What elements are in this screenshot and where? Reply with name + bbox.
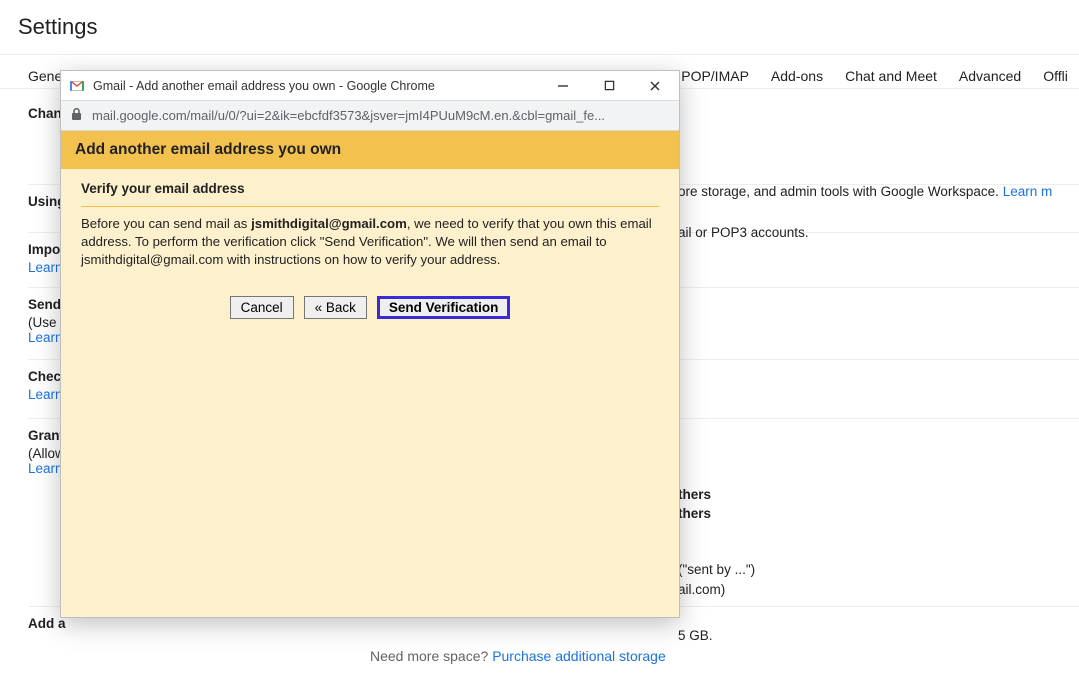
titlebar: Gmail - Add another email address you ow… [61, 71, 679, 101]
url-text: mail.google.com/mail/u/0/?ui=2&ik=ebcfdf… [92, 108, 605, 123]
gmail-icon [69, 78, 85, 94]
page-root: Settings General Labels Inbox Accounts a… [0, 0, 1079, 693]
storage-line: Need more space? Purchase additional sto… [370, 648, 666, 664]
minimize-button[interactable] [549, 75, 577, 97]
send-verification-button[interactable]: Send Verification [377, 296, 511, 319]
verify-before: Before you can send mail as [81, 216, 251, 231]
learn-more-link[interactable]: Learn m [1003, 184, 1053, 199]
popup-header-band: Add another email address you own [61, 131, 679, 169]
maximize-button[interactable] [595, 75, 623, 97]
purchase-storage-link[interactable]: Purchase additional storage [492, 648, 666, 664]
verify-title: Verify your email address [81, 179, 659, 206]
window-title: Gmail - Add another email address you ow… [93, 79, 435, 93]
bg-fragment-others2: thers [678, 506, 711, 521]
popup-body: Add another email address you own Verify… [61, 131, 679, 617]
bg-fragment-gb: 5 GB. [678, 628, 713, 643]
tab-chat-meet[interactable]: Chat and Meet [845, 68, 937, 84]
bg-fragment-others1: thers [678, 487, 711, 502]
button-row: Cancel « Back Send Verification [81, 296, 659, 319]
divider [0, 54, 1079, 55]
address-bar[interactable]: mail.google.com/mail/u/0/?ui=2&ik=ebcfdf… [61, 101, 679, 131]
section-label: Add a [28, 616, 1079, 634]
verify-text: Before you can send mail as jsmithdigita… [81, 215, 659, 270]
divider [81, 206, 659, 207]
window-buttons [549, 75, 673, 97]
popup-window: Gmail - Add another email address you ow… [60, 70, 680, 618]
bg-fragment-sentby: ("sent by ...") [678, 562, 755, 577]
tab-advanced[interactable]: Advanced [959, 68, 1021, 84]
popup-inner: Verify your email address Before you can… [61, 169, 679, 319]
page-title: Settings [0, 0, 1079, 54]
bg-fragment-mailcom: ail.com) [678, 582, 725, 597]
cancel-button[interactable]: Cancel [230, 296, 294, 319]
popup-heading: Add another email address you own [75, 141, 665, 159]
close-button[interactable] [641, 75, 669, 97]
bg-fragment-pop3: ail or POP3 accounts. [678, 225, 809, 240]
back-button[interactable]: « Back [304, 296, 367, 319]
storage-prefix: Need more space? [370, 648, 492, 664]
bg-text: ore storage, and admin tools with Google… [678, 184, 1003, 199]
tab-offline[interactable]: Offli [1043, 68, 1068, 84]
verify-email-bold: jsmithdigital@gmail.com [251, 216, 407, 231]
bg-fragment-workspace: ore storage, and admin tools with Google… [678, 182, 1078, 202]
tab-addons[interactable]: Add-ons [771, 68, 823, 84]
lock-icon [71, 108, 82, 124]
